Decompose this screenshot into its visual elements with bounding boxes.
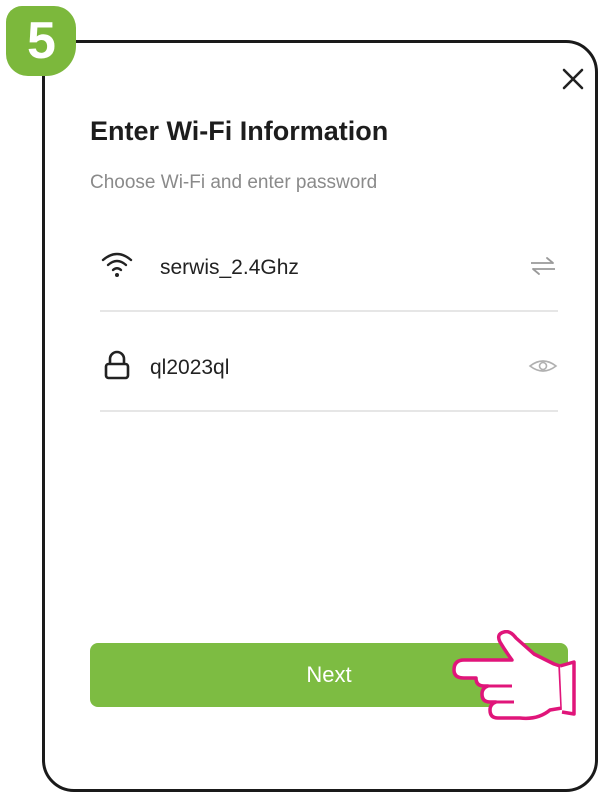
eye-icon[interactable] [528,354,558,378]
wifi-icon [101,252,133,277]
step-badge: 5 [6,6,76,76]
dialog-title: Enter Wi-Fi Information [90,116,389,146]
wifi-network-row[interactable]: serwis_2.4Ghz [100,226,558,312]
password-field[interactable]: ql2023ql [150,356,229,380]
pointing-hand-icon [452,630,576,721]
dialog-subtitle: Choose Wi-Fi and enter password [90,172,378,193]
page: 5 Enter Wi-Fi Information Choose Wi-Fi a… [0,0,607,794]
close-icon[interactable] [558,64,588,94]
lock-icon [104,350,130,380]
switch-network-icon[interactable] [528,254,558,278]
wifi-network-name: serwis_2.4Ghz [160,256,299,279]
password-row[interactable]: ql2023ql [100,326,558,412]
